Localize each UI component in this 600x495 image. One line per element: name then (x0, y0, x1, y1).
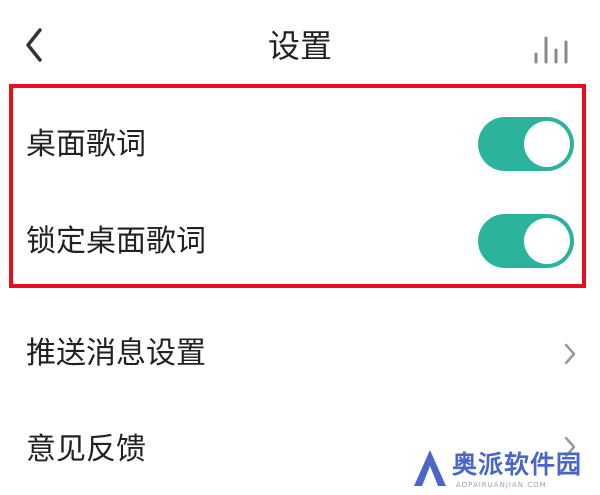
toggle-knob (524, 218, 570, 264)
page-title: 设置 (267, 27, 332, 65)
setting-row-lock-desktop-lyrics[interactable]: 锁定桌面歌词 (0, 194, 600, 284)
toggle-knob (524, 121, 570, 167)
watermark: 奥派软件园 AOPAIRUANJIAN.COM (412, 446, 598, 492)
chevron-right-icon (560, 339, 580, 369)
setting-label: 意见反馈 (26, 432, 146, 467)
setting-label: 推送消息设置 (26, 336, 206, 371)
desktop-lyrics-toggle[interactable] (478, 117, 574, 171)
setting-row-push-notifications[interactable]: 推送消息设置 (0, 310, 600, 400)
bar-chart-icon (526, 36, 578, 72)
watermark-subtext: AOPAIRUANJIAN.COM (456, 481, 547, 489)
setting-row-desktop-lyrics[interactable]: 桌面歌词 (0, 96, 600, 194)
stats-button[interactable] (526, 28, 578, 68)
watermark-text: 奥派软件园 (452, 450, 583, 479)
setting-label: 桌面歌词 (26, 127, 146, 162)
lock-desktop-lyrics-toggle[interactable] (478, 214, 574, 268)
settings-screen: 设置 桌面歌词 锁定桌面歌词 推送消息设置 意见反馈 奥派软件园 AOPAIRU… (0, 0, 600, 495)
watermark-logo-icon (412, 448, 448, 492)
setting-label: 锁定桌面歌词 (26, 224, 206, 259)
header-bar: 设置 (0, 0, 600, 90)
